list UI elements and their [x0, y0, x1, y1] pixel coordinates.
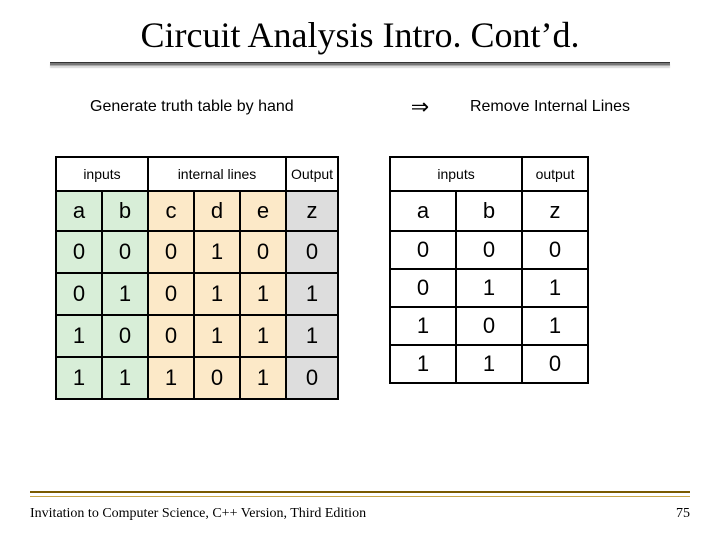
col-header: z	[286, 191, 338, 231]
col-header: d	[194, 191, 240, 231]
table-row: 0 1 0 1 1 1	[56, 273, 338, 315]
cell: 0	[148, 231, 194, 273]
captions-row: Generate truth table by hand ⇒ Remove In…	[0, 94, 720, 120]
cell: 1	[456, 269, 522, 307]
cell: 0	[102, 231, 148, 273]
cell: 0	[456, 231, 522, 269]
slide-title: Circuit Analysis Intro. Cont’d.	[0, 0, 720, 62]
group-header: Output	[286, 157, 338, 191]
truth-table-full: inputs internal lines Output a b c d e z…	[55, 156, 339, 400]
cell: 1	[456, 345, 522, 383]
slide: Circuit Analysis Intro. Cont’d. Generate…	[0, 0, 720, 540]
cell: 0	[148, 315, 194, 357]
cell: 1	[56, 357, 102, 399]
cell: 0	[56, 231, 102, 273]
group-header: output	[522, 157, 588, 191]
cell: 1	[390, 307, 456, 345]
col-header: b	[102, 191, 148, 231]
cell: 1	[522, 307, 588, 345]
table-row: 0 1 1	[390, 269, 588, 307]
cell: 0	[390, 231, 456, 269]
table-row: 0 0 0	[390, 231, 588, 269]
group-header: internal lines	[148, 157, 286, 191]
col-header-row: a b c d e z	[56, 191, 338, 231]
cell: 0	[56, 273, 102, 315]
cell: 1	[240, 315, 286, 357]
cell: 0	[240, 231, 286, 273]
col-header: a	[390, 191, 456, 231]
cell: 0	[456, 307, 522, 345]
col-header: z	[522, 191, 588, 231]
arrow-icon: ⇒	[390, 94, 450, 120]
table-row: 1 1 0	[390, 345, 588, 383]
cell: 0	[286, 231, 338, 273]
caption-right: Remove Internal Lines	[450, 98, 680, 116]
col-header: e	[240, 191, 286, 231]
cell: 1	[240, 273, 286, 315]
caption-left: Generate truth table by hand	[40, 98, 390, 116]
cell: 1	[194, 315, 240, 357]
table-row: 1 0 0 1 1 1	[56, 315, 338, 357]
cell: 0	[390, 269, 456, 307]
cell: 1	[56, 315, 102, 357]
cell: 1	[148, 357, 194, 399]
col-header: a	[56, 191, 102, 231]
cell: 0	[286, 357, 338, 399]
cell: 0	[148, 273, 194, 315]
table-row: 1 0 1	[390, 307, 588, 345]
cell: 1	[194, 273, 240, 315]
cell: 0	[522, 345, 588, 383]
footer-rule	[30, 491, 690, 496]
col-header: b	[456, 191, 522, 231]
cell: 0	[194, 357, 240, 399]
cell: 1	[286, 273, 338, 315]
footer-text: Invitation to Computer Science, C++ Vers…	[30, 506, 366, 522]
footer: Invitation to Computer Science, C++ Vers…	[30, 506, 690, 522]
truth-table-simplified: inputs output a b z 0 0 0 0 1 1	[389, 156, 589, 384]
title-underline	[50, 62, 670, 66]
table-row: 1 1 1 0 1 0	[56, 357, 338, 399]
cell: 1	[194, 231, 240, 273]
group-header-row: inputs internal lines Output	[56, 157, 338, 191]
group-header: inputs	[390, 157, 522, 191]
table-row: 0 0 0 1 0 0	[56, 231, 338, 273]
page-number: 75	[676, 506, 690, 522]
cell: 1	[522, 269, 588, 307]
cell: 1	[102, 357, 148, 399]
tables-row: inputs internal lines Output a b c d e z…	[0, 156, 720, 400]
col-header-row: a b z	[390, 191, 588, 231]
group-header: inputs	[56, 157, 148, 191]
cell: 0	[522, 231, 588, 269]
cell: 0	[102, 315, 148, 357]
cell: 1	[286, 315, 338, 357]
cell: 1	[390, 345, 456, 383]
group-header-row: inputs output	[390, 157, 588, 191]
cell: 1	[240, 357, 286, 399]
col-header: c	[148, 191, 194, 231]
cell: 1	[102, 273, 148, 315]
